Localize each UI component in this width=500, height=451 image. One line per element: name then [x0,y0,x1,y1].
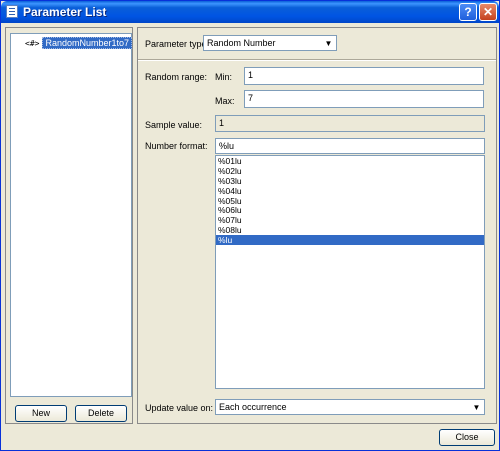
chevron-down-icon[interactable]: ▼ [322,37,335,50]
max-label: Max: [215,96,235,106]
delete-button[interactable]: Delete [75,405,127,422]
list-item[interactable]: %lu [216,235,484,245]
list-item[interactable]: %05lu [216,196,484,206]
window-app-icon [6,5,18,18]
random-range-label: Random range: [145,72,208,82]
divider [138,59,496,61]
parameter-type-value: Random Number [207,38,276,48]
list-item[interactable]: %03lu [216,176,484,186]
number-format-list[interactable]: %01lu %02lu %03lu %04lu %05lu %06lu %07lu %08lu… [215,155,485,389]
list-item[interactable]: %02lu [216,166,484,176]
number-format-input[interactable]: %lu [215,138,485,154]
tree-item[interactable]: <#> RandomNumber1to7 [25,37,132,49]
parameter-tree[interactable]: <#> RandomNumber1to7 [10,33,132,397]
list-item[interactable]: %08lu [216,225,484,235]
parameter-list-window: Parameter List ? ✕ <#> RandomNumber1to7 … [0,0,500,451]
window-title: Parameter List [23,5,107,19]
min-label: Min: [215,72,233,82]
min-field[interactable]: 1 [244,67,484,85]
list-item[interactable]: %07lu [216,215,484,225]
tree-item-label[interactable]: RandomNumber1to7 [42,37,132,49]
sample-value-field: 1 [215,115,485,132]
title-bar[interactable]: Parameter List ? ✕ [1,1,499,23]
list-item[interactable]: %06lu [216,205,484,216]
close-button[interactable]: Close [439,429,495,446]
update-value-label: Update value on: [145,403,214,413]
update-value-select[interactable]: Each occurrence ▼ [215,399,485,415]
max-field[interactable]: 7 [244,90,484,108]
parameter-type-label: Parameter type: [145,39,210,49]
help-button[interactable]: ? [459,3,477,21]
chevron-down-icon[interactable]: ▼ [470,401,483,414]
update-value-selected: Each occurrence [219,402,287,412]
number-format-label: Number format: [145,141,208,151]
list-item[interactable]: %04lu [216,186,484,196]
parameter-type-select[interactable]: Random Number ▼ [203,35,337,51]
sample-value-label: Sample value: [145,120,203,130]
list-item[interactable]: %01lu [216,156,484,166]
window-close-button[interactable]: ✕ [479,3,497,21]
new-button[interactable]: New [15,405,67,422]
parameter-icon: <#> [25,38,40,48]
